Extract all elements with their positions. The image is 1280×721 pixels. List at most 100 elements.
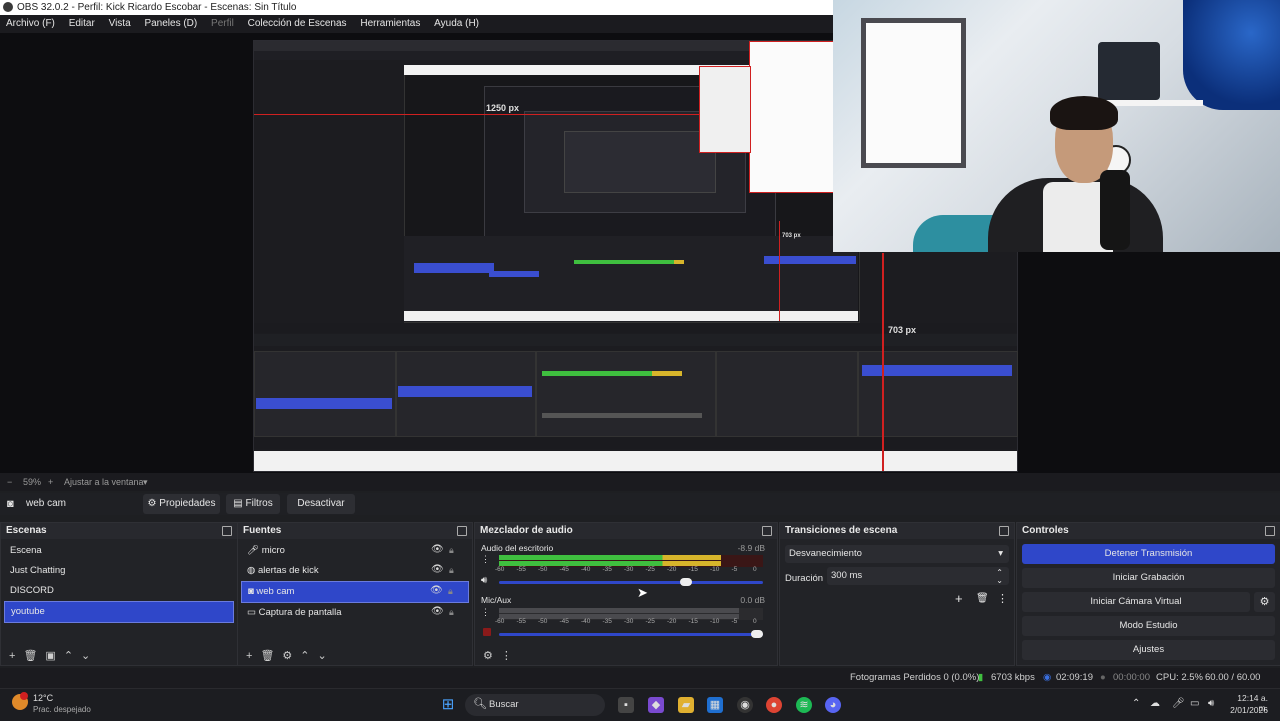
weather-temp: 12°C — [33, 693, 54, 703]
weather-desc: Prac. despejado — [33, 705, 91, 714]
cloud-icon[interactable]: ☁ — [1150, 698, 1160, 709]
properties-button[interactable]: ⚙ Propiedades — [143, 494, 220, 514]
lock-icon[interactable]: 🔒︎ — [449, 565, 457, 575]
scene-item-discord[interactable]: DISCORD — [4, 581, 234, 601]
menu-ayuda[interactable]: Ayuda (H) — [434, 18, 479, 29]
chrome-icon[interactable]: ● — [766, 697, 782, 713]
undock-icon[interactable] — [762, 526, 772, 536]
move-up-icon[interactable]: ⌃ — [64, 650, 73, 662]
stop-streaming-button[interactable]: Detener Transmisión — [1022, 544, 1275, 564]
eye-icon[interactable]: 👁︎ — [431, 545, 444, 555]
scene-item-youtube[interactable]: youtube — [4, 601, 234, 623]
scene-item-just-chatting[interactable]: Just Chatting — [4, 561, 234, 581]
zoom-in-button[interactable]: + — [48, 473, 53, 491]
meter-tick-label: -5 — [731, 566, 738, 573]
menu-coleccion-escenas[interactable]: Colección de Escenas — [248, 18, 347, 29]
undock-icon[interactable] — [999, 526, 1009, 536]
add-transition-icon[interactable]: + — [955, 591, 963, 606]
filter-icon[interactable]: ▣ — [45, 650, 55, 662]
source-item-alertas[interactable]: ◍ alertas de kick 👁︎ 🔒︎ — [241, 561, 469, 581]
menu-archivo[interactable]: Archivo (F) — [6, 18, 55, 29]
start-virtual-camera-button[interactable]: Iniciar Cámara Virtual — [1022, 592, 1250, 612]
source-item-webcam[interactable]: ◙ web cam 👁︎ 🔒︎ — [241, 581, 469, 603]
transitions-title: Transiciones de escena — [780, 523, 1014, 539]
mic-icon[interactable]: 🎤︎ — [1172, 698, 1185, 709]
meter-tick-label: -10 — [710, 618, 720, 625]
taskbar-search[interactable]: 🔍︎ Buscar — [465, 694, 605, 716]
meter-tick-label: -60 — [495, 566, 505, 573]
meter-tick-label: -15 — [688, 618, 698, 625]
channel-menu-icon[interactable]: ⋮ — [481, 608, 490, 621]
channel-name: Audio del escritorio — [481, 543, 554, 553]
zoom-out-button[interactable]: − — [7, 473, 12, 491]
gear-icon[interactable]: ⚙ — [282, 650, 292, 662]
volume-icon[interactable]: 🔊︎ — [1208, 698, 1214, 709]
virtual-camera-settings-icon[interactable]: ⚙ — [1254, 592, 1275, 612]
scenes-title: Escenas — [1, 523, 237, 539]
trash-icon[interactable]: 🗑 — [260, 650, 274, 662]
move-down-icon[interactable]: ⌄ — [81, 650, 90, 662]
copilot-icon[interactable]: ◆ — [648, 697, 664, 713]
webcam-source[interactable] — [833, 0, 1280, 252]
advanced-audio-icon[interactable]: ⚙ — [483, 650, 493, 662]
network-icon[interactable]: ▭ — [1190, 698, 1199, 709]
move-up-icon[interactable]: ⌃ — [300, 650, 309, 662]
discord-icon[interactable]: ◕ — [825, 697, 841, 713]
move-down-icon[interactable]: ⌄ — [318, 650, 327, 662]
mixer-menu-icon[interactable]: ⋮ — [501, 650, 512, 662]
eye-icon[interactable]: 👁︎ — [431, 565, 444, 575]
windows-start-icon[interactable]: ⊞ — [440, 697, 456, 713]
fit-to-window-label[interactable]: Ajustar a la ventana — [64, 473, 144, 491]
add-icon[interactable]: + — [246, 650, 252, 662]
menu-herramientas[interactable]: Herramientas — [360, 18, 420, 29]
speaker-icon[interactable]: 🔊︎ — [481, 575, 487, 586]
clock-date[interactable]: 2/01/2026 — [1228, 705, 1268, 715]
slider-handle[interactable] — [680, 578, 693, 586]
lock-icon[interactable]: 🔒︎ — [449, 607, 457, 617]
fit-dropdown-icon[interactable]: ▾ — [143, 473, 148, 491]
studio-mode-button[interactable]: Modo Estudio — [1022, 616, 1275, 636]
lock-icon[interactable]: 🔒︎ — [448, 586, 456, 596]
meter-tick-label: -60 — [495, 618, 505, 625]
deactivate-button[interactable]: Desactivar — [287, 494, 355, 514]
meter-tick-label: 0 — [753, 566, 757, 573]
filters-button[interactable]: ▤ Filtros — [226, 494, 280, 514]
camera-icon: ◙ — [7, 498, 14, 510]
settings-button[interactable]: Ajustes — [1022, 640, 1275, 660]
start-recording-button[interactable]: Iniciar Grabación — [1022, 568, 1275, 588]
menu-vista[interactable]: Vista — [109, 18, 131, 29]
source-item-captura[interactable]: ▭ Captura de pantalla 👁︎ 🔒︎ — [241, 603, 469, 623]
muted-speaker-icon[interactable] — [483, 628, 491, 636]
slider-handle[interactable] — [751, 630, 763, 638]
task-view-icon[interactable]: ▪ — [618, 697, 634, 713]
menu-paneles[interactable]: Paneles (D) — [144, 18, 197, 29]
lock-icon[interactable]: 🔒︎ — [449, 545, 457, 555]
audio-mixer-dock: Mezclador de audio Audio del escritorio … — [474, 522, 778, 666]
obs-taskbar-icon[interactable]: ◉ — [737, 697, 753, 713]
trash-icon[interactable]: 🗑 — [976, 593, 989, 604]
frames-dropped: Fotogramas Perdidos 0 (0.0%) — [850, 672, 980, 683]
eye-icon[interactable]: 👁︎ — [431, 607, 444, 617]
source-item-micro[interactable]: 🎤︎ micro 👁︎ 🔒︎ — [241, 541, 469, 561]
duration-spinbox[interactable]: 300 ms ⌃ ⌄ — [827, 567, 1009, 585]
tray-chevron-icon[interactable]: ⌃ — [1132, 698, 1140, 709]
file-explorer-icon[interactable]: ▰ — [678, 697, 694, 713]
undock-icon[interactable] — [222, 526, 232, 536]
undock-icon[interactable] — [457, 526, 467, 536]
meter-tick-label: -30 — [624, 566, 634, 573]
undock-icon[interactable] — [1265, 526, 1275, 536]
volume-slider[interactable] — [499, 578, 763, 586]
stepper-down-icon[interactable]: ⌄ — [996, 572, 1003, 590]
volume-slider[interactable] — [499, 630, 763, 638]
spotify-icon[interactable]: ≋ — [796, 697, 812, 713]
store-icon[interactable]: ▦ — [707, 697, 723, 713]
trash-icon[interactable]: 🗑 — [23, 650, 37, 662]
eye-icon[interactable]: 👁︎ — [430, 586, 443, 596]
channel-menu-icon[interactable]: ⋮ — [481, 555, 490, 568]
add-icon[interactable]: + — [9, 650, 15, 662]
menu-perfil[interactable]: Perfil — [211, 18, 234, 29]
transition-menu-icon[interactable]: ⋮ — [997, 592, 1008, 605]
menu-editar[interactable]: Editar — [69, 18, 95, 29]
transition-select[interactable]: Desvanecimiento ▾ — [785, 545, 1009, 563]
scene-item-escena[interactable]: Escena — [4, 541, 234, 561]
